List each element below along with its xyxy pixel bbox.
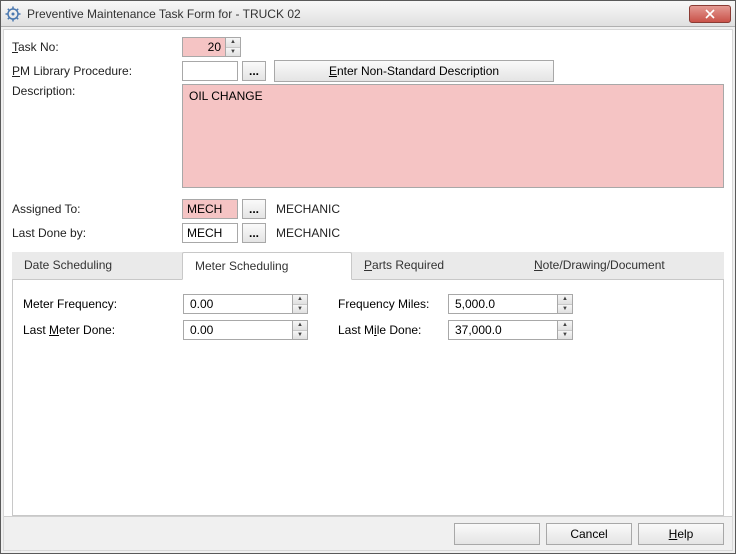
cancel-button[interactable]: Cancel	[546, 523, 632, 545]
window-title: Preventive Maintenance Task Form for - T…	[27, 7, 689, 21]
tab-parts-required[interactable]: Parts Required	[352, 252, 522, 279]
last-meter-done-label: Last Meter Done:	[23, 323, 183, 337]
assigned-to-role: MECHANIC	[276, 202, 340, 216]
last-mile-done-input[interactable]	[448, 320, 558, 340]
last-done-by-browse-button[interactable]: ...	[242, 223, 266, 243]
task-no-down[interactable]: ▼	[226, 47, 240, 57]
close-button[interactable]	[689, 5, 731, 23]
frequency-miles-input[interactable]	[448, 294, 558, 314]
help-button[interactable]: Help	[638, 523, 724, 545]
tab-date-scheduling[interactable]: Date Scheduling	[12, 252, 182, 279]
tabbar: Date Scheduling Meter Scheduling Parts R…	[12, 252, 724, 280]
titlebar: Preventive Maintenance Task Form for - T…	[1, 1, 735, 27]
description-textarea[interactable]: OIL CHANGE	[182, 84, 724, 188]
client-area: Task No: ▲ ▼ PM Library Procedure: ... E…	[3, 29, 733, 551]
tab-note-drawing-document[interactable]: Note/Drawing/Document	[522, 252, 724, 279]
close-icon	[705, 9, 715, 19]
meter-frequency-up[interactable]: ▲	[293, 295, 307, 304]
meter-frequency-down[interactable]: ▼	[293, 304, 307, 314]
meter-frequency-spinner[interactable]: ▲ ▼	[183, 294, 308, 314]
window: Preventive Maintenance Task Form for - T…	[0, 0, 736, 554]
last-meter-done-spinner[interactable]: ▲ ▼	[183, 320, 308, 340]
last-done-by-input[interactable]	[182, 223, 238, 243]
footer: Cancel Help	[4, 516, 732, 550]
footer-blank-button[interactable]	[454, 523, 540, 545]
enter-non-standard-button[interactable]: Enter Non-Standard Description	[274, 60, 554, 82]
description-label: Description:	[12, 84, 182, 98]
frequency-miles-label: Frequency Miles:	[338, 297, 448, 311]
last-meter-done-up[interactable]: ▲	[293, 321, 307, 330]
gear-icon	[5, 6, 21, 22]
last-mile-done-label: Last Mile Done:	[338, 323, 448, 337]
task-no-up[interactable]: ▲	[226, 38, 240, 47]
last-meter-done-input[interactable]	[183, 320, 293, 340]
last-mile-done-down[interactable]: ▼	[558, 330, 572, 340]
assigned-to-input[interactable]	[182, 199, 238, 219]
tab-meter-scheduling[interactable]: Meter Scheduling	[182, 252, 352, 280]
last-mile-done-up[interactable]: ▲	[558, 321, 572, 330]
task-no-label: Task No:	[12, 40, 182, 54]
frequency-miles-up[interactable]: ▲	[558, 295, 572, 304]
meter-frequency-label: Meter Frequency:	[23, 297, 183, 311]
frequency-miles-down[interactable]: ▼	[558, 304, 572, 314]
meter-scheduling-panel: Meter Frequency: ▲ ▼ Frequency Miles: ▲ …	[12, 280, 724, 516]
last-meter-done-down[interactable]: ▼	[293, 330, 307, 340]
pm-library-input[interactable]	[182, 61, 238, 81]
last-mile-done-spinner[interactable]: ▲ ▼	[448, 320, 573, 340]
frequency-miles-spinner[interactable]: ▲ ▼	[448, 294, 573, 314]
meter-frequency-input[interactable]	[183, 294, 293, 314]
pm-library-label: PM Library Procedure:	[12, 64, 182, 78]
assigned-to-label: Assigned To:	[12, 202, 182, 216]
last-done-by-label: Last Done by:	[12, 226, 182, 240]
pm-library-browse-button[interactable]: ...	[242, 61, 266, 81]
last-done-by-role: MECHANIC	[276, 226, 340, 240]
task-no-input[interactable]	[182, 37, 226, 57]
task-no-spinner[interactable]: ▲ ▼	[182, 37, 241, 57]
assigned-to-browse-button[interactable]: ...	[242, 199, 266, 219]
